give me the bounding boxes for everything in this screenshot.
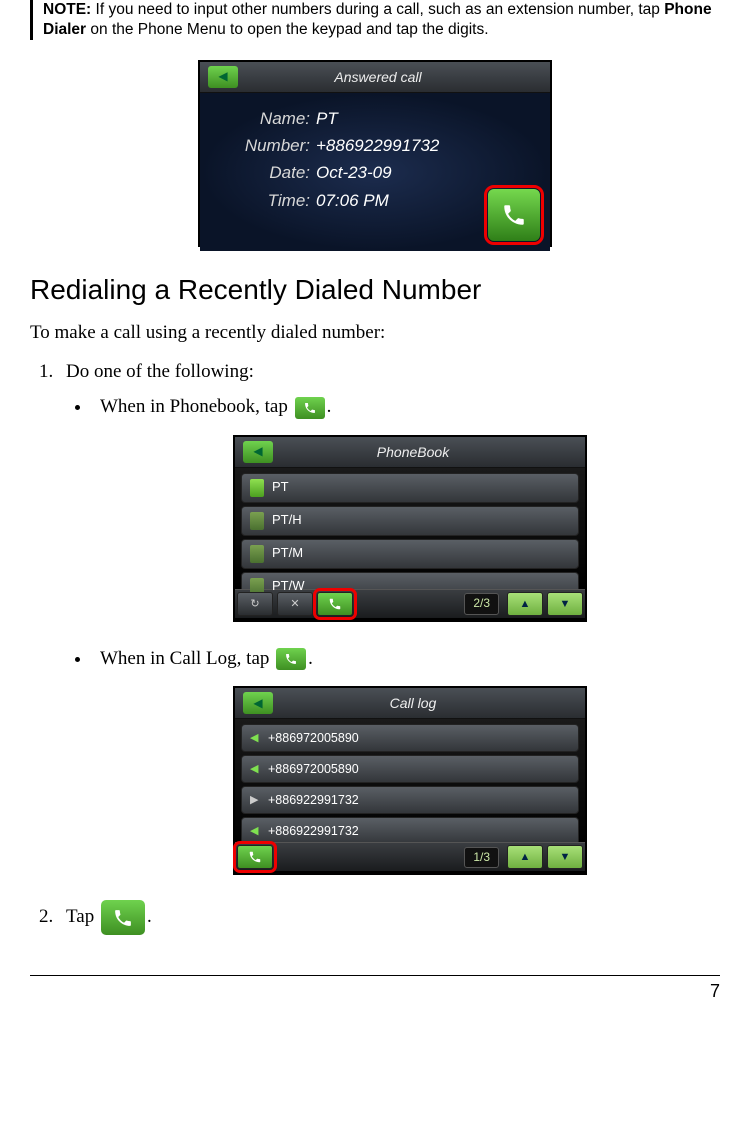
incoming-arrow-icon: ◀ bbox=[250, 824, 260, 838]
cl-bottom-bar: 1/3 ▲ ▼ bbox=[235, 842, 585, 871]
sim-icon bbox=[250, 479, 264, 497]
pb-title: PhoneBook bbox=[281, 443, 585, 461]
step-1-text: Do one of the following: bbox=[66, 361, 254, 382]
bullet-2: When in Call Log, tap . ◀ Call log ◀ +886… bbox=[92, 647, 720, 876]
pb-entry: PT bbox=[272, 479, 289, 496]
step-2-post: . bbox=[147, 906, 152, 927]
redial-button[interactable] bbox=[317, 592, 353, 616]
call-details: Name:PT Number:+886922991732 Date:Oct-23… bbox=[200, 93, 550, 251]
pb-row[interactable]: PT bbox=[241, 473, 579, 503]
note-label: NOTE: bbox=[43, 1, 91, 18]
call-button[interactable] bbox=[488, 189, 540, 241]
redial-icon[interactable] bbox=[276, 648, 306, 670]
page-down-button[interactable]: ▼ bbox=[547, 592, 583, 616]
bullet-2-pre: When in Call Log, tap bbox=[100, 648, 274, 669]
incoming-arrow-icon: ◀ bbox=[250, 762, 260, 776]
pb-entry: PT/H bbox=[272, 512, 302, 529]
titlebar: ◀ Answered call bbox=[200, 62, 550, 93]
bullet-2-post: . bbox=[308, 648, 313, 669]
cl-row[interactable]: ▶ +886922991732 bbox=[241, 786, 579, 814]
name-label: Name: bbox=[215, 108, 316, 130]
step-2: Tap . bbox=[58, 900, 720, 935]
calllog-screenshot: ◀ Call log ◀ +886972005890 ◀ +886972005890… bbox=[233, 686, 587, 875]
pb-row[interactable]: PT/H bbox=[241, 506, 579, 536]
title-text: Answered call bbox=[246, 68, 550, 86]
bullet-1: When in Phonebook, tap . ◀ PhoneBook PT … bbox=[92, 395, 720, 622]
redial-icon[interactable] bbox=[295, 397, 325, 419]
cl-row[interactable]: ◀ +886972005890 bbox=[241, 755, 579, 783]
back-button[interactable]: ◀ bbox=[208, 66, 238, 88]
time-value: 07:06 PM bbox=[316, 190, 389, 212]
page-up-button[interactable]: ▲ bbox=[507, 845, 543, 869]
cl-number: +886922991732 bbox=[268, 823, 359, 839]
incoming-arrow-icon: ◀ bbox=[250, 731, 260, 745]
bullet-1-post: . bbox=[327, 396, 332, 417]
step-2-pre: Tap bbox=[66, 906, 99, 927]
pb-row[interactable]: PT/M bbox=[241, 539, 579, 569]
back-button[interactable]: ◀ bbox=[243, 692, 273, 714]
date-label: Date: bbox=[215, 162, 316, 184]
note-text-2: on the Phone Menu to open the keypad and… bbox=[86, 21, 488, 38]
page-indicator: 1/3 bbox=[464, 847, 499, 869]
phone-contact-icon bbox=[250, 545, 264, 563]
step-1: Do one of the following: When in Phonebo… bbox=[58, 360, 720, 875]
page-up-button[interactable]: ▲ bbox=[507, 592, 543, 616]
cl-number: +886922991732 bbox=[268, 792, 359, 808]
pb-entry: PT/M bbox=[272, 545, 303, 562]
bullet-1-pre: When in Phonebook, tap bbox=[100, 396, 293, 417]
call-icon[interactable] bbox=[101, 900, 145, 935]
close-button[interactable]: ✕ bbox=[277, 592, 313, 616]
cl-titlebar: ◀ Call log bbox=[235, 688, 585, 719]
refresh-button[interactable]: ↻ bbox=[237, 592, 273, 616]
section-heading: Redialing a Recently Dialed Number bbox=[30, 272, 720, 308]
page-down-button[interactable]: ▼ bbox=[547, 845, 583, 869]
note-text-1: If you need to input other numbers durin… bbox=[91, 1, 664, 18]
cl-number: +886972005890 bbox=[268, 730, 359, 746]
name-value: PT bbox=[316, 108, 338, 130]
redial-button[interactable] bbox=[237, 845, 273, 869]
page-footer: 7 bbox=[30, 975, 720, 1003]
cl-title: Call log bbox=[281, 694, 585, 712]
phone-contact-icon bbox=[250, 512, 264, 530]
cl-row[interactable]: ◀ +886922991732 bbox=[241, 817, 579, 845]
cl-row[interactable]: ◀ +886972005890 bbox=[241, 724, 579, 752]
cl-number: +886972005890 bbox=[268, 761, 359, 777]
time-label: Time: bbox=[215, 190, 316, 212]
pb-titlebar: ◀ PhoneBook bbox=[235, 437, 585, 468]
page-number: 7 bbox=[710, 981, 720, 1001]
phonebook-screenshot: ◀ PhoneBook PT PT/H PT/M PT/W ↻ ✕ bbox=[233, 435, 587, 622]
answered-call-screenshot: ◀ Answered call Name:PT Number:+88692299… bbox=[198, 60, 552, 247]
outgoing-arrow-icon: ▶ bbox=[250, 793, 260, 807]
lead-text: To make a call using a recently dialed n… bbox=[30, 321, 720, 346]
phone-icon bbox=[501, 202, 527, 228]
page-indicator: 2/3 bbox=[464, 593, 499, 615]
note-block: NOTE: If you need to input other numbers… bbox=[30, 0, 720, 40]
pb-bottom-bar: ↻ ✕ 2/3 ▲ ▼ bbox=[235, 589, 585, 618]
number-label: Number: bbox=[215, 135, 316, 157]
back-button[interactable]: ◀ bbox=[243, 441, 273, 463]
date-value: Oct-23-09 bbox=[316, 162, 392, 184]
number-value: +886922991732 bbox=[316, 135, 439, 157]
